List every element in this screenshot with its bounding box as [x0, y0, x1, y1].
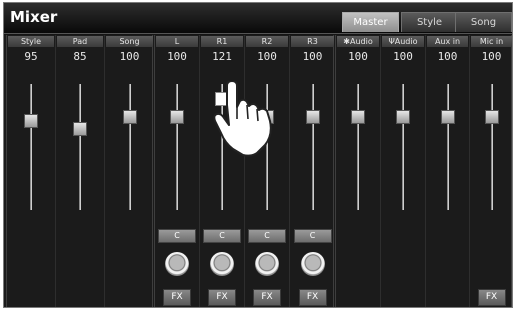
channel-style: Style 95	[7, 35, 56, 307]
fx-button[interactable]: FX	[477, 289, 506, 306]
fader-track[interactable]	[79, 84, 81, 210]
channel-value: 100	[481, 50, 502, 63]
channel-value: 100	[119, 50, 140, 63]
fader-track[interactable]	[402, 84, 404, 210]
fx-button[interactable]: FX	[163, 289, 191, 306]
channel-label: Song	[106, 36, 153, 47]
channel-r1: R1 121 C FX	[200, 35, 245, 307]
channel-value: 121	[212, 50, 232, 63]
fader-track[interactable]	[446, 84, 449, 210]
mixer-screen: Mixer Master Style Song Style 95 Pad 85 Song…	[3, 2, 513, 308]
fader-track[interactable]	[176, 84, 178, 210]
fx-button[interactable]: FX	[298, 289, 327, 306]
hand-pointer-icon	[213, 81, 272, 157]
channel-label: Mic in	[471, 36, 512, 47]
channel-strips: Style 95 Pad 85 Song 100 L 100 C FX R1 121 C FX R2 100 C…	[4, 35, 512, 307]
channel-r3: R3 100 C FX	[290, 35, 335, 307]
pan-knob[interactable]	[165, 252, 189, 276]
pan-knob[interactable]	[255, 252, 279, 276]
channel-label: R1	[201, 36, 243, 47]
channel-value: 100	[302, 50, 323, 63]
center-button[interactable]: C	[158, 229, 196, 243]
channel-r2: R2 100 C FX	[245, 35, 290, 307]
audio-group: ✱Audio 100 ΨAudio 100 Aux in 100 Mic in 100 FX	[335, 35, 512, 307]
channel-label: Aux in	[427, 36, 468, 47]
channel-label: Pad	[57, 36, 103, 47]
channel-label: L	[156, 36, 198, 47]
tab-master[interactable]: Master	[342, 12, 399, 32]
fader-track[interactable]	[30, 84, 32, 210]
channel-value: 100	[393, 50, 413, 63]
channel-value: 100	[257, 50, 277, 63]
fader-track[interactable]	[357, 84, 359, 210]
fader-knob[interactable]	[122, 109, 137, 124]
fader-knob[interactable]	[24, 113, 38, 128]
channel-label: ΨAudio	[382, 36, 424, 47]
header-bar: Mixer Master Style Song	[4, 3, 512, 34]
channel-l: L 100 C FX	[155, 35, 200, 307]
fader-knob[interactable]	[305, 109, 320, 124]
channel-label: ✱Audio	[337, 36, 379, 47]
fader-knob[interactable]	[440, 109, 455, 124]
channel-usb-audio: ΨAudio 100	[381, 35, 426, 307]
pan-knob[interactable]	[210, 252, 234, 276]
fx-button[interactable]: FX	[253, 289, 281, 306]
channel-value: 100	[167, 50, 187, 63]
fader-knob[interactable]	[396, 109, 410, 124]
fader-knob[interactable]	[484, 109, 499, 124]
channel-label: Style	[8, 36, 54, 47]
channel-aux-in: Aux in 100	[426, 35, 470, 307]
channel-value: 95	[24, 50, 38, 63]
channel-song: Song 100	[105, 35, 154, 307]
channel-label: R3	[291, 36, 334, 47]
voice-group: L 100 C FX R1 121 C FX R2 100 C FX R3 100 C FX	[154, 35, 335, 307]
fader-knob[interactable]	[351, 109, 365, 124]
tab-style[interactable]: Style	[401, 12, 458, 32]
channel-value: 100	[348, 50, 368, 63]
page-title: Mixer	[10, 8, 58, 26]
center-button[interactable]: C	[203, 229, 241, 243]
tab-song[interactable]: Song	[455, 12, 512, 32]
channel-bt-audio: ✱Audio 100	[336, 35, 381, 307]
channel-label: R2	[246, 36, 288, 47]
center-button[interactable]: C	[248, 229, 286, 243]
fader-knob[interactable]	[170, 109, 184, 124]
channel-pad: Pad 85	[56, 35, 105, 307]
center-button[interactable]: C	[293, 229, 332, 243]
fx-button[interactable]: FX	[208, 289, 236, 306]
pan-knob[interactable]	[300, 252, 325, 276]
fader-track[interactable]	[311, 84, 314, 210]
fader-track[interactable]	[128, 84, 131, 210]
channel-value: 85	[73, 50, 87, 63]
style-group: Style 95 Pad 85 Song 100	[6, 35, 154, 307]
channel-value: 100	[437, 50, 458, 63]
fader-track[interactable]	[490, 84, 493, 210]
channel-mic-in: Mic in 100 FX	[470, 35, 512, 307]
fader-knob[interactable]	[73, 122, 87, 137]
